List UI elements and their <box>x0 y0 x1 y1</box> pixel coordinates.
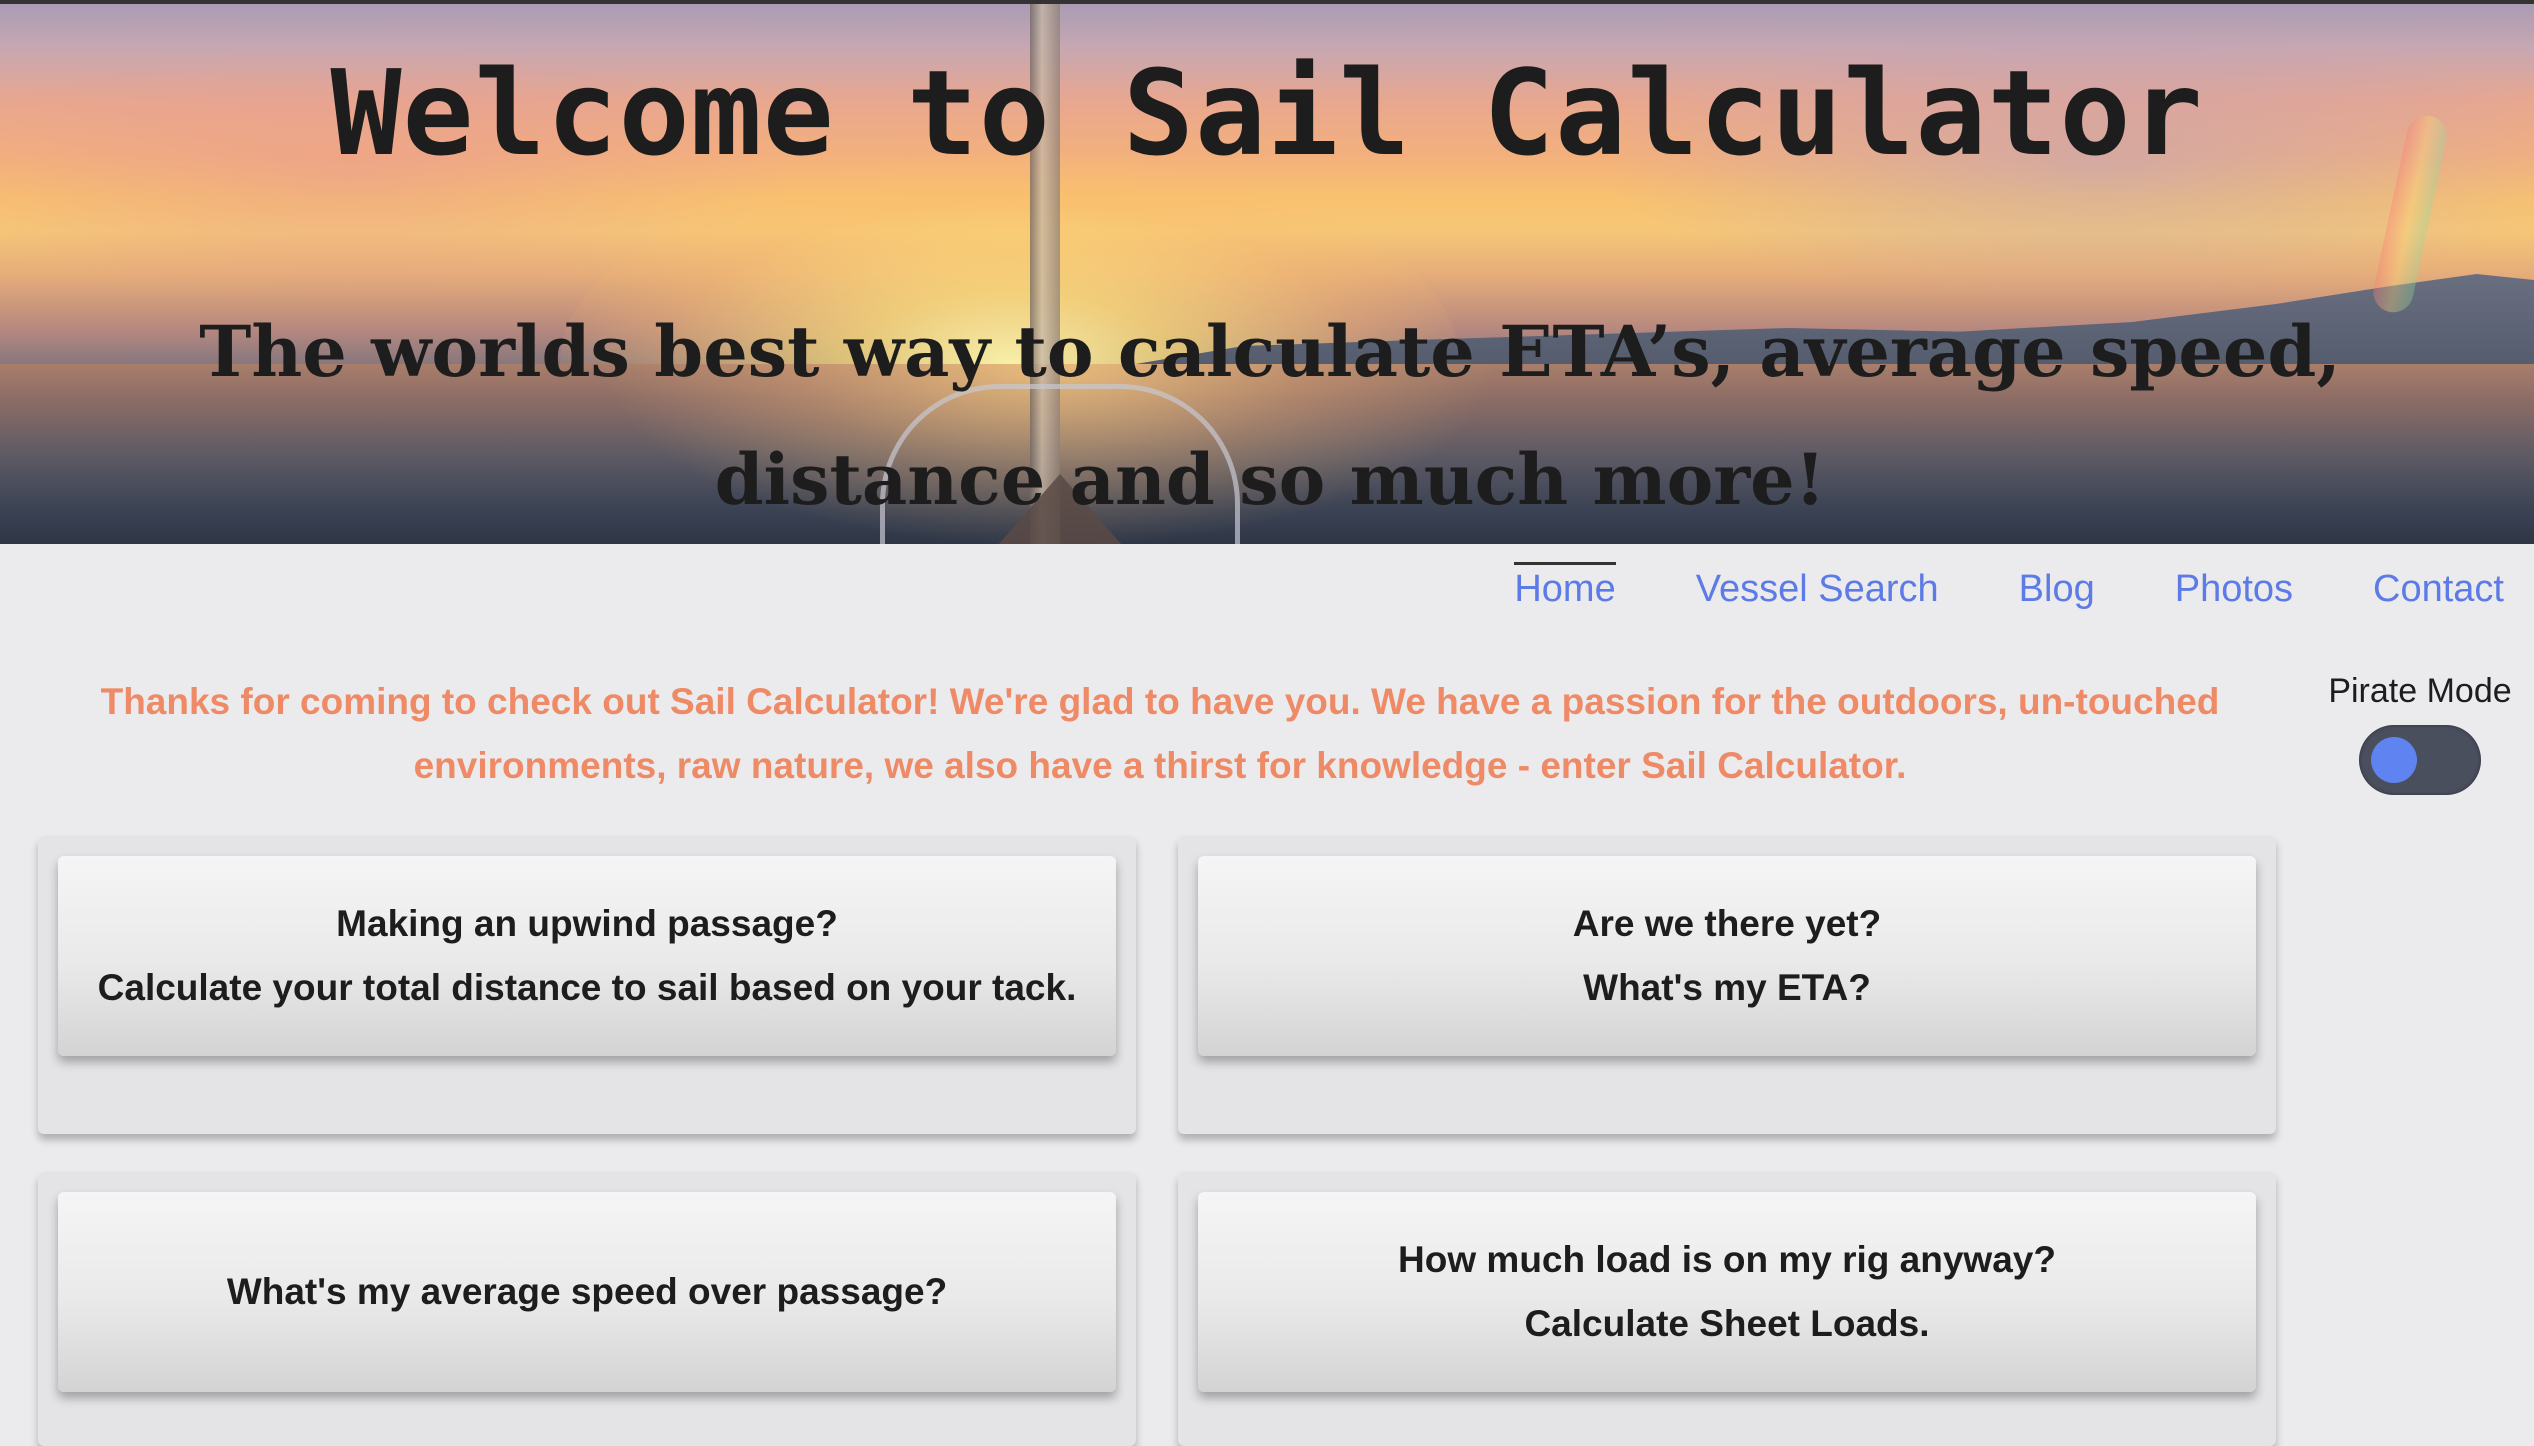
nav-link-home[interactable]: Home <box>1514 562 1617 611</box>
nav-link-blog[interactable]: Blog <box>2019 568 2095 611</box>
nav-link-photos[interactable]: Photos <box>2175 568 2293 611</box>
intro-text: Thanks for coming to check out Sail Calc… <box>70 670 2250 798</box>
card-title: Are we there yet? <box>1572 903 1882 944</box>
main-nav: Home Vessel Search Blog Photos Contact <box>1514 562 2504 611</box>
hero-title: Welcome to Sail Calculator <box>330 44 2204 182</box>
card-subtitle: What's my ETA? <box>1583 967 1871 1008</box>
card-title: Making an upwind passage? <box>336 903 838 944</box>
pirate-mode-toggle-knob <box>2371 737 2417 783</box>
pirate-mode-control: Pirate Mode <box>2320 672 2520 800</box>
nav-link-vessel-search[interactable]: Vessel Search <box>1696 568 1939 611</box>
pirate-mode-toggle[interactable] <box>2359 725 2481 795</box>
sheet-loads-card[interactable]: How much load is on my rig anyway? Calcu… <box>1198 1192 2256 1392</box>
intro-line1: Thanks for coming to check out Sail Calc… <box>100 681 2220 722</box>
upwind-distance-card[interactable]: Making an upwind passage? Calculate your… <box>58 856 1116 1056</box>
average-speed-card[interactable]: What's my average speed over passage? <box>58 1192 1116 1392</box>
hero-subtitle: The worlds best way to calculate ETA’s, … <box>140 288 2400 544</box>
card-container-average-speed: What's my average speed over passage? <box>38 1172 1136 1446</box>
card-subtitle: Calculate Sheet Loads. <box>1524 1303 1930 1344</box>
card-container-eta: Are we there yet? What's my ETA? <box>1178 836 2276 1134</box>
intro-line2: environments, raw nature, we also have a… <box>413 745 1907 786</box>
eta-card[interactable]: Are we there yet? What's my ETA? <box>1198 856 2256 1056</box>
card-subtitle: Calculate your total distance to sail ba… <box>97 967 1077 1008</box>
card-title: What's my average speed over passage? <box>226 1271 948 1312</box>
hero-banner: Welcome to Sail Calculator The worlds be… <box>0 0 2534 544</box>
nav-link-contact[interactable]: Contact <box>2373 568 2504 611</box>
card-container-upwind: Making an upwind passage? Calculate your… <box>38 836 1136 1134</box>
pirate-mode-label: Pirate Mode <box>2328 672 2512 710</box>
card-title: How much load is on my rig anyway? <box>1398 1239 2056 1280</box>
hero-subtitle-line2: distance and so much more! <box>714 438 1826 521</box>
hero-subtitle-line1: The worlds best way to calculate ETA’s, … <box>199 310 2341 393</box>
card-container-sheet-loads: How much load is on my rig anyway? Calcu… <box>1178 1172 2276 1446</box>
